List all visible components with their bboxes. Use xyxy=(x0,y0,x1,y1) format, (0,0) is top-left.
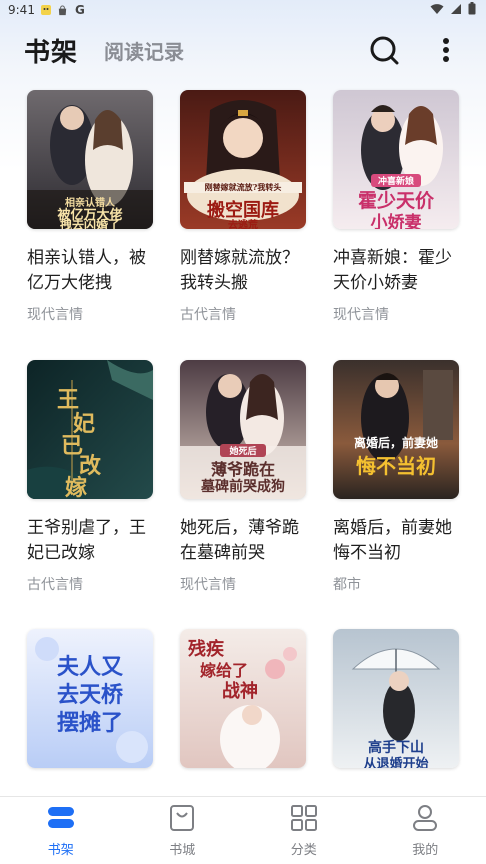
bookshelf-icon xyxy=(46,803,76,833)
cover-title-line: 离婚后，前妻她 xyxy=(353,436,438,450)
status-right xyxy=(430,2,476,18)
book-card[interactable]: 刚替嫁就流放?我转头 搬空国库 去逃荒 刚替嫁就流放？我转头搬 古代言情 xyxy=(180,90,310,324)
cover-title-line: 拽去闪婚了 xyxy=(59,218,120,229)
status-time: 9:41 xyxy=(8,3,35,17)
page-title-bookshelf[interactable]: 书架 xyxy=(24,32,78,69)
book-cover[interactable]: 刚替嫁就流放?我转头 搬空国库 去逃荒 xyxy=(180,90,306,229)
tab-category[interactable]: 分类 xyxy=(264,803,344,858)
notification-emoji-icon xyxy=(40,4,52,16)
bottom-tab-bar: 书架 书城 分类 我的 xyxy=(0,796,486,864)
book-cover[interactable]: 夫人又 去天桥 摆摊了 xyxy=(27,629,153,768)
cover-title-line: 嫁 xyxy=(65,475,88,499)
book-title[interactable]: 相亲认错人，被亿万大佬拽 xyxy=(27,246,153,296)
cover-title-line: 墓碑前哭成狗 xyxy=(201,479,285,495)
tab-label: 分类 xyxy=(290,843,317,858)
book-card[interactable]: 冲喜新娘 霍少天价 小娇妻 冲喜新娘：霍少天价小娇妻 现代言情 xyxy=(333,90,463,324)
cover-title-line: 战神 xyxy=(222,681,258,702)
cover-title-line: 小娇妻 xyxy=(370,213,422,229)
book-card[interactable]: 她死后 薄爷跪在 墓碑前哭成狗 她死后，薄爷跪在墓碑前哭 现代言情 xyxy=(180,360,310,594)
book-cover[interactable]: 王 妃 已 改 嫁 xyxy=(27,360,153,499)
search-button[interactable] xyxy=(366,32,402,68)
signal-icon xyxy=(450,3,462,18)
store-bag-icon xyxy=(167,803,197,833)
wifi-icon xyxy=(430,3,444,18)
header: 书架 阅读记录 xyxy=(0,24,486,76)
book-cover[interactable]: 她死后 薄爷跪在 墓碑前哭成狗 xyxy=(180,360,306,499)
book-title[interactable]: 她死后，薄爷跪在墓碑前哭 xyxy=(180,516,306,566)
cover-title-line: 从退婚开始 xyxy=(363,757,429,768)
cover-title-line: 摆摊了 xyxy=(56,710,123,736)
book-cover[interactable]: 高手下山 从退婚开始 xyxy=(333,629,459,768)
book-card[interactable]: 离婚后，前妻她 悔不当初 离婚后，前妻她悔不当初 都市 xyxy=(333,360,463,594)
book-card[interactable]: 残疾 嫁给了 战神 xyxy=(180,629,310,768)
book-card[interactable]: 夫人又 去天桥 摆摊了 xyxy=(27,629,157,768)
battery-icon xyxy=(468,2,476,18)
google-icon: G xyxy=(75,3,85,17)
tab-label: 书架 xyxy=(47,843,74,858)
cover-title-line: 悔不当初 xyxy=(356,454,436,478)
tab-bookshelf[interactable]: 书架 xyxy=(21,803,101,858)
book-card[interactable]: 王 妃 已 改 嫁 王爷别虐了，王妃已改嫁 古代言情 xyxy=(27,360,157,594)
book-category: 古代言情 xyxy=(27,577,83,593)
book-category: 现代言情 xyxy=(27,307,83,323)
tab-profile[interactable]: 我的 xyxy=(385,803,465,858)
book-title[interactable]: 王爷别虐了，王妃已改嫁 xyxy=(27,516,153,566)
book-cover[interactable]: 相亲认错人 被亿万大佬 拽去闪婚了 xyxy=(27,90,153,229)
tab-reading-history[interactable]: 阅读记录 xyxy=(104,36,184,65)
book-category: 古代言情 xyxy=(180,307,236,323)
status-bar: 9:41 G xyxy=(0,0,486,20)
more-vertical-icon xyxy=(443,38,449,62)
category-grid-icon xyxy=(289,803,319,833)
book-title[interactable]: 刚替嫁就流放？我转头搬 xyxy=(180,246,306,296)
book-card[interactable]: 相亲认错人 被亿万大佬 拽去闪婚了 相亲认错人，被亿万大佬拽 现代言情 xyxy=(27,90,157,324)
status-left: 9:41 G xyxy=(8,3,86,17)
book-category: 现代言情 xyxy=(333,307,389,323)
book-category: 现代言情 xyxy=(180,577,236,593)
tab-label: 我的 xyxy=(412,843,439,858)
more-options-button[interactable] xyxy=(428,32,464,68)
book-title[interactable]: 离婚后，前妻她悔不当初 xyxy=(333,516,459,566)
book-title[interactable]: 冲喜新娘：霍少天价小娇妻 xyxy=(333,246,459,296)
cover-title-line: 刚替嫁就流放?我转头 xyxy=(184,182,302,193)
bag-notification-icon xyxy=(57,4,69,16)
book-cover[interactable]: 离婚后，前妻她 悔不当初 xyxy=(333,360,459,499)
book-category: 都市 xyxy=(333,577,361,593)
book-card[interactable]: 高手下山 从退婚开始 xyxy=(333,629,463,768)
book-cover[interactable]: 残疾 嫁给了 战神 xyxy=(180,629,306,768)
tab-bookstore[interactable]: 书城 xyxy=(142,803,222,858)
search-icon xyxy=(370,36,399,65)
tab-label: 书城 xyxy=(169,843,196,858)
book-cover[interactable]: 冲喜新娘 霍少天价 小娇妻 xyxy=(333,90,459,229)
cover-title-line: 去逃荒 xyxy=(228,220,258,229)
profile-icon xyxy=(410,803,440,833)
